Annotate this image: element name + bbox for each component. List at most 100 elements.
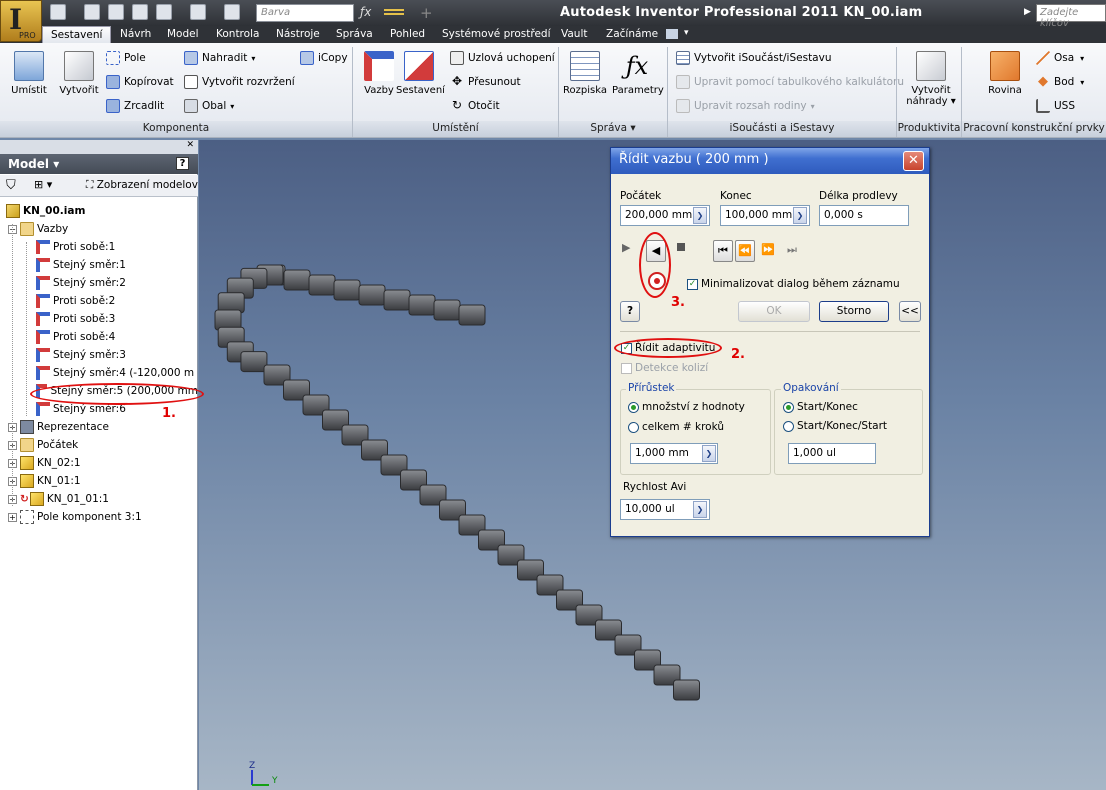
work-point-button[interactable]: ◆ Bod ▾ <box>1036 73 1084 91</box>
edit-spreadsheet-button[interactable]: Upravit pomocí tabulkového kalkulátoru <box>676 73 904 91</box>
panel-toggle-icon[interactable] <box>666 29 678 39</box>
pattern-button[interactable]: Pole <box>106 49 146 67</box>
help-button[interactable]: ? <box>620 301 640 322</box>
repetitions-input[interactable]: 1,000 ul <box>788 443 876 464</box>
panel-label-sprava-text: Správa <box>590 122 628 134</box>
open-icon[interactable] <box>84 4 100 20</box>
stop-button[interactable] <box>677 243 685 251</box>
reverse-step-button[interactable]: ⏪ <box>735 240 755 262</box>
rotate-button[interactable]: ↻ Otočit <box>450 97 500 115</box>
increment-by-value-radio[interactable]: množství z hodnoty <box>628 401 745 413</box>
start-end-start-radio[interactable]: Start/Konec/Start <box>783 420 887 432</box>
crosshair-icon[interactable]: + <box>420 4 433 22</box>
create-substitutes-button[interactable]: Vytvořit náhrady ▾ <box>904 51 958 107</box>
arrow-right-icon[interactable]: ▶ <box>1024 7 1031 17</box>
panel-label-sprava[interactable]: Správa ▾ <box>559 121 667 137</box>
new-icon[interactable] <box>50 4 66 20</box>
collision-detection-checkbox[interactable]: Detekce kolizí <box>621 362 708 374</box>
work-axis-button[interactable]: Osa ▾ <box>1036 49 1084 67</box>
save-icon[interactable] <box>108 4 124 20</box>
tab-systemove-prostredi[interactable]: Systémové prostředí <box>434 26 558 43</box>
tree-node-part[interactable]: + KN_01:1 <box>0 472 198 490</box>
increment-flyout-icon[interactable]: ❯ <box>702 445 716 462</box>
help-icon[interactable]: ? <box>176 157 189 170</box>
tree-node-constraint[interactable]: Stejný směr:2 <box>0 274 198 292</box>
browser-title[interactable]: Model ▾ ? <box>0 154 198 174</box>
expand-icon[interactable]: + <box>8 512 17 522</box>
representation-icon <box>20 420 34 434</box>
mirror-button[interactable]: Zrcadlit <box>106 97 164 115</box>
shrinkwrap-button[interactable]: Obal ▾ <box>184 97 234 115</box>
update-icon[interactable] <box>190 4 206 20</box>
tree-node-root[interactable]: KN_00.iam <box>0 202 198 220</box>
tree-node-constraint[interactable]: Stejný směr:3 <box>0 346 198 364</box>
help-search-input[interactable]: Zadejte klíčov <box>1036 4 1106 29</box>
flush-icon <box>36 258 50 272</box>
hierarchy-icon[interactable]: ⊞ ▾ <box>34 178 52 191</box>
start-flyout-icon[interactable]: ❯ <box>693 207 707 224</box>
minimize-checkbox[interactable]: ✓ Minimalizovat dialog během záznamu <box>687 278 900 290</box>
tree-node-vazby[interactable]: − Vazby <box>0 220 198 238</box>
create-layout-button[interactable]: Vytvořit rozvržení <box>184 73 295 91</box>
ok-button[interactable]: OK <box>738 301 810 322</box>
tab-nastroje[interactable]: Nástroje <box>268 26 328 43</box>
parameters-button[interactable]: ƒx Parametry <box>612 51 664 96</box>
chevron-down-icon[interactable]: ▾ <box>684 28 689 38</box>
create-button[interactable]: Vytvořit <box>56 51 102 96</box>
create-ipart-button[interactable]: Vytvořit iSoučást/iSestavu <box>676 49 831 67</box>
icopy-button[interactable]: iCopy <box>300 49 348 67</box>
tree-node-constraint[interactable]: Stejný směr:1 <box>0 256 198 274</box>
assemble-button[interactable]: Sestavení <box>396 51 445 96</box>
bom-button[interactable]: Rozpiska <box>562 51 608 96</box>
ucs-button[interactable]: USS <box>1036 97 1075 115</box>
start-end-radio[interactable]: Start/Konec <box>783 401 858 413</box>
tree-node-adaptive-part[interactable]: + ↻ KN_01_01:1 <box>0 490 198 508</box>
tree-node-constraint[interactable]: Stejný směr:4 (-120,000 m <box>0 364 198 382</box>
forward-step-button[interactable]: ⏩ <box>761 243 775 256</box>
mate-icon <box>36 330 50 344</box>
copy-button[interactable]: Kopírovat <box>106 73 174 91</box>
tab-model[interactable]: Model <box>159 26 207 43</box>
grip-snap-button[interactable]: Uzlová uchopení <box>450 49 555 67</box>
end-flyout-icon[interactable]: ❯ <box>793 207 807 224</box>
go-to-end-button[interactable]: ⏭ <box>787 243 797 257</box>
pin-icon[interactable]: ✕ <box>186 140 194 150</box>
tree-node-constraint[interactable]: Proti sobě:1 <box>0 238 198 256</box>
go-to-start-button[interactable]: ⏮ <box>713 240 733 262</box>
play-forward-button[interactable]: ▶ <box>622 241 630 254</box>
redo-icon[interactable] <box>156 4 172 20</box>
collapse-button[interactable]: << <box>899 301 921 322</box>
replace-button[interactable]: Nahradit ▾ <box>184 49 255 67</box>
tree-node-constraint[interactable]: Proti sobě:2 <box>0 292 198 310</box>
tab-sestaveni[interactable]: Sestavení <box>42 26 112 43</box>
fx-icon[interactable]: ƒx <box>360 5 371 19</box>
tree-node-pattern[interactable]: + Pole komponent 3:1 <box>0 508 198 526</box>
work-plane-button[interactable]: Rovina <box>982 51 1028 96</box>
total-steps-radio[interactable]: celkem # kroků <box>628 421 724 433</box>
tab-zaciname[interactable]: Začínáme <box>598 26 666 43</box>
tab-vault[interactable]: Vault <box>553 26 596 43</box>
move-button[interactable]: ✥ Přesunout <box>450 73 521 91</box>
color-combo[interactable]: Barva <box>256 4 354 22</box>
avi-rate-flyout-icon[interactable]: ❯ <box>693 501 707 518</box>
tree-node-folder[interactable]: + Počátek <box>0 436 198 454</box>
edit-family-range-button[interactable]: Upravit rozsah rodiny ▾ <box>676 97 815 115</box>
tab-kontrola[interactable]: Kontrola <box>208 26 267 43</box>
tree-node-constraint[interactable]: Proti sobě:4 <box>0 328 198 346</box>
undo-icon[interactable] <box>132 4 148 20</box>
filter-icon[interactable]: ⛉ <box>6 178 16 193</box>
line-weight-icon[interactable] <box>384 9 404 15</box>
tree-node-constraint[interactable]: Proti sobě:3 <box>0 310 198 328</box>
application-menu-button[interactable]: I PRO <box>0 0 42 42</box>
tree-node-part[interactable]: + KN_02:1 <box>0 454 198 472</box>
pattern-label: Pole <box>124 52 146 64</box>
place-button[interactable]: Umístit <box>6 51 52 96</box>
cancel-button[interactable]: Storno <box>819 301 889 322</box>
pause-input[interactable]: 0,000 s <box>819 205 909 226</box>
tab-sprava[interactable]: Správa <box>328 26 381 43</box>
tab-navrh[interactable]: Návrh <box>112 26 159 43</box>
close-button[interactable]: ✕ <box>903 151 924 171</box>
view-representation-dropdown[interactable]: ⛶ Zobrazení modelov <box>86 179 198 192</box>
select-icon[interactable] <box>224 4 240 20</box>
tab-pohled[interactable]: Pohled <box>382 26 433 43</box>
